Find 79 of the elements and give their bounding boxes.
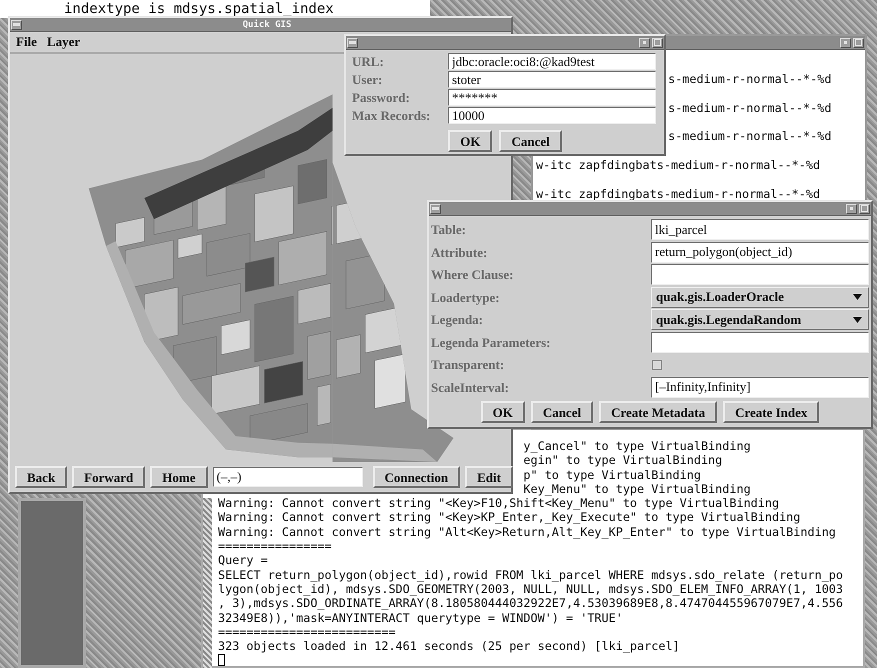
terminal-line: ================: [218, 539, 332, 554]
terminal-line: w-itc zapfdingbats-medium-r-normal--*-%d: [536, 158, 820, 172]
nav-button[interactable]: Forward: [72, 466, 146, 488]
terminal-line: 323 objects loaded in 12.461 seconds (25 per second) [lki_parcel]: [218, 639, 680, 654]
text-field[interactable]: lki_parcel: [651, 219, 869, 240]
text-field[interactable]: [651, 332, 869, 352]
text-cursor: [218, 654, 225, 666]
minimize-button[interactable]: [840, 38, 851, 48]
text-field[interactable]: [–Infinity,Infinity]: [651, 376, 869, 398]
field-label: Password:: [352, 89, 411, 106]
terminal-line: s-medium-r-normal--*-%d: [668, 100, 832, 115]
terminal-line: p" to type VirtualBinding: [523, 468, 701, 482]
dropdown[interactable]: quak.gis.LoaderOracle: [651, 286, 869, 308]
terminal-line: Query =: [218, 553, 268, 568]
field-label: User:: [352, 71, 384, 88]
nav-button[interactable]: Home: [150, 466, 208, 488]
text-field[interactable]: *******: [448, 89, 656, 106]
dialog-button[interactable]: Cancel: [530, 401, 594, 423]
square-icon: [861, 205, 868, 212]
minimize-button[interactable]: [639, 38, 650, 48]
scrollbar[interactable]: [203, 498, 212, 668]
field-label: Where Clause:: [431, 266, 514, 284]
dialog-button[interactable]: OK: [448, 130, 492, 152]
terminal-line: y_Cancel" to type VirtualBinding: [523, 439, 751, 453]
window-menu-button[interactable]: [347, 38, 358, 48]
terminal-line: Warning: Cannot convert string "<Key>F10,Shift<Key_Menu" to type VirtualBinding: [218, 496, 780, 510]
square-icon: [855, 39, 862, 46]
text-field[interactable]: 10000: [448, 107, 656, 124]
field-label: Legenda Parameters:: [431, 334, 552, 352]
dropdown[interactable]: quak.gis.LegendaRandom: [651, 309, 869, 330]
field-label: Loadertype:: [431, 288, 501, 307]
text-field[interactable]: return_polygon(object_id): [651, 242, 869, 262]
square-icon: [654, 39, 661, 46]
terminal-line: 32349E8)),'mask=ANYINTERACT querytype = WINDOW') = 'TRUE': [218, 610, 623, 625]
maximize-button[interactable]: [652, 38, 663, 48]
dialog-button[interactable]: Cancel: [499, 130, 562, 152]
maximize-button[interactable]: [859, 204, 870, 214]
terminal-line: , 3),mdsys.SDO_ORDINATE_ARRAY(8.180580444032922E7,4.53039689E8,8.474704455967079E7,4.556: [218, 596, 844, 610]
terminal-line: s-medium-r-normal--*-%d: [668, 72, 832, 86]
checkbox[interactable]: [652, 360, 662, 370]
caret-icon: [853, 316, 862, 322]
terminal-line: Warning: Cannot convert string "<Key>KP_Enter,_Key_Execute" to type VirtualBinding: [218, 510, 800, 524]
terminal-line: egin" to type VirtualBinding: [523, 453, 722, 468]
field-label: Transparent:: [431, 356, 506, 374]
toolbar-button[interactable]: Edit: [465, 466, 513, 488]
coordinate-field[interactable]: (–,–): [212, 467, 362, 487]
terminal-line: Key_Menu" to type VirtualBinding: [523, 482, 751, 496]
terminal-line: Warning: Cannot convert string "Alt<Key>Return,Alt_Key_KP_Enter" to type VirtualBinding: [218, 524, 836, 539]
text-field[interactable]: [651, 264, 869, 285]
window-menu-button[interactable]: [430, 204, 441, 214]
terminal-line: lygon(object_id), mdsys.SDO_GEOMETRY(2003, NULL, NULL, mdsys.SDO_ELEM_INFO_ARRAY(1, 1003: [218, 582, 844, 596]
minimize-button[interactable]: [846, 204, 857, 214]
text-field[interactable]: stoter: [448, 71, 656, 88]
terminal-line: indextype is mdsys.spatial_index: [64, 1, 334, 17]
nav-button[interactable]: Back: [15, 466, 68, 488]
menu-item[interactable]: File: [16, 34, 37, 50]
caret-icon: [853, 294, 862, 300]
dialog-button[interactable]: Create Index: [723, 401, 820, 423]
dash-icon: [349, 41, 356, 44]
text-field[interactable]: jdbc:oracle:oci8:@kad9test: [448, 53, 656, 70]
terminal-line: s-medium-r-normal--*-%d: [668, 129, 832, 144]
field-label: Table:: [431, 221, 467, 239]
terminal-line: w-itc zapfdingbats-medium-r-normal--*-%d: [536, 186, 820, 201]
terminal-line: =========================: [218, 624, 396, 639]
toolbar-button[interactable]: Connection: [372, 466, 460, 488]
menu-item[interactable]: Layer: [46, 34, 80, 50]
window-title: Quick GIS: [242, 20, 292, 30]
dialog-button[interactable]: OK: [480, 401, 525, 423]
field-label: Legenda:: [431, 311, 484, 329]
maximize-button[interactable]: [853, 38, 864, 48]
terminal-line: SELECT return_polygon(object_id),rowid FROM lki_parcel WHERE mdsys.sdo_relate (return_po: [218, 568, 844, 582]
field-label: Attribute:: [431, 244, 488, 262]
field-label: URL:: [352, 53, 385, 70]
window-menu-button[interactable]: [11, 20, 22, 30]
dash-icon: [13, 23, 20, 26]
field-label: ScaleInterval:: [431, 378, 510, 396]
dash-icon: [432, 207, 439, 210]
field-label: Max Records:: [352, 107, 432, 124]
dialog-button[interactable]: Create Metadata: [599, 401, 718, 423]
